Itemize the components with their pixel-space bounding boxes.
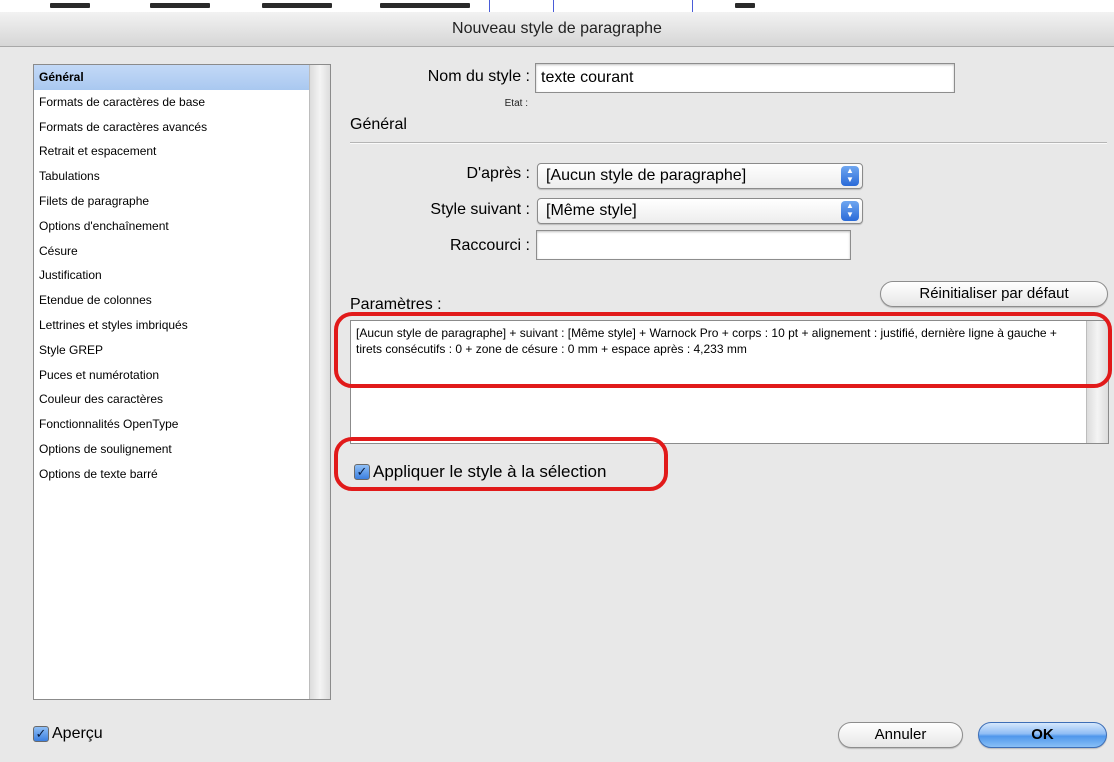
sidebar-item[interactable]: Style GREP [34, 338, 309, 363]
next-style-label: Style suivant : [430, 201, 530, 218]
based-on-value: [Aucun style de paragraphe] [546, 167, 747, 184]
sidebar-item[interactable]: Puces et numérotation [34, 363, 309, 388]
style-name-label: Nom du style : [427, 68, 530, 85]
sidebar-item[interactable]: Formats de caractères de base [34, 90, 309, 115]
window-title-bar[interactable]: Nouveau style de paragraphe [0, 12, 1114, 47]
sidebar-item[interactable]: Tabulations [34, 164, 309, 189]
sidebar-item[interactable]: Filets de paragraphe [34, 189, 309, 214]
based-on-label: D'après : [466, 165, 530, 182]
reset-to-default-button[interactable]: Réinitialiser par défaut [880, 281, 1108, 307]
ok-button[interactable]: OK [978, 722, 1107, 748]
highlight-apply-checkbox [334, 437, 668, 491]
category-list[interactable]: Général Formats de caractères de base Form… [33, 64, 331, 700]
up-down-arrows-icon: ▲ ▼ [841, 201, 859, 221]
sidebar-item[interactable]: Couleur des caractères [34, 387, 309, 412]
highlight-parameters [334, 312, 1112, 388]
shortcut-label: Raccourci : [449, 237, 530, 254]
sidebar-item[interactable]: Etendue de colonnes [34, 288, 309, 313]
sidebar-item[interactable]: Général [34, 65, 309, 90]
sidebar-item[interactable]: Fonctionnalités OpenType [34, 412, 309, 437]
section-divider [350, 142, 1107, 144]
checkmark-icon[interactable]: ✓ [33, 726, 49, 742]
next-style-value: [Même style] [546, 202, 637, 219]
style-name-input[interactable]: texte courant [535, 63, 955, 93]
document-background [0, 0, 1114, 12]
section-title-general: Général [350, 116, 407, 133]
state-label: Etat : [504, 98, 528, 109]
category-list-scrollbar[interactable] [309, 65, 330, 699]
next-style-popup[interactable]: [Même style] ▲ ▼ [537, 198, 863, 224]
preview-checkbox-row[interactable]: ✓ Aperçu [33, 725, 103, 743]
sidebar-item[interactable]: Options de texte barré [34, 462, 309, 487]
sidebar-item[interactable]: Justification [34, 263, 309, 288]
cancel-button[interactable]: Annuler [838, 722, 963, 748]
based-on-popup[interactable]: [Aucun style de paragraphe] ▲ ▼ [537, 163, 863, 189]
sidebar-item[interactable]: Lettrines et styles imbriqués [34, 313, 309, 338]
sidebar-item[interactable]: Césure [34, 239, 309, 264]
window-title: Nouveau style de paragraphe [452, 20, 662, 37]
preview-label: Aperçu [52, 725, 103, 742]
shortcut-input[interactable] [536, 230, 851, 260]
sidebar-item[interactable]: Formats de caractères avancés [34, 115, 309, 140]
sidebar-item[interactable]: Options de soulignement [34, 437, 309, 462]
sidebar-item[interactable]: Options d'enchaînement [34, 214, 309, 239]
sidebar-item[interactable]: Retrait et espacement [34, 139, 309, 164]
category-list-items: Général Formats de caractères de base Form… [34, 65, 309, 487]
up-down-arrows-icon: ▲ ▼ [841, 166, 859, 186]
